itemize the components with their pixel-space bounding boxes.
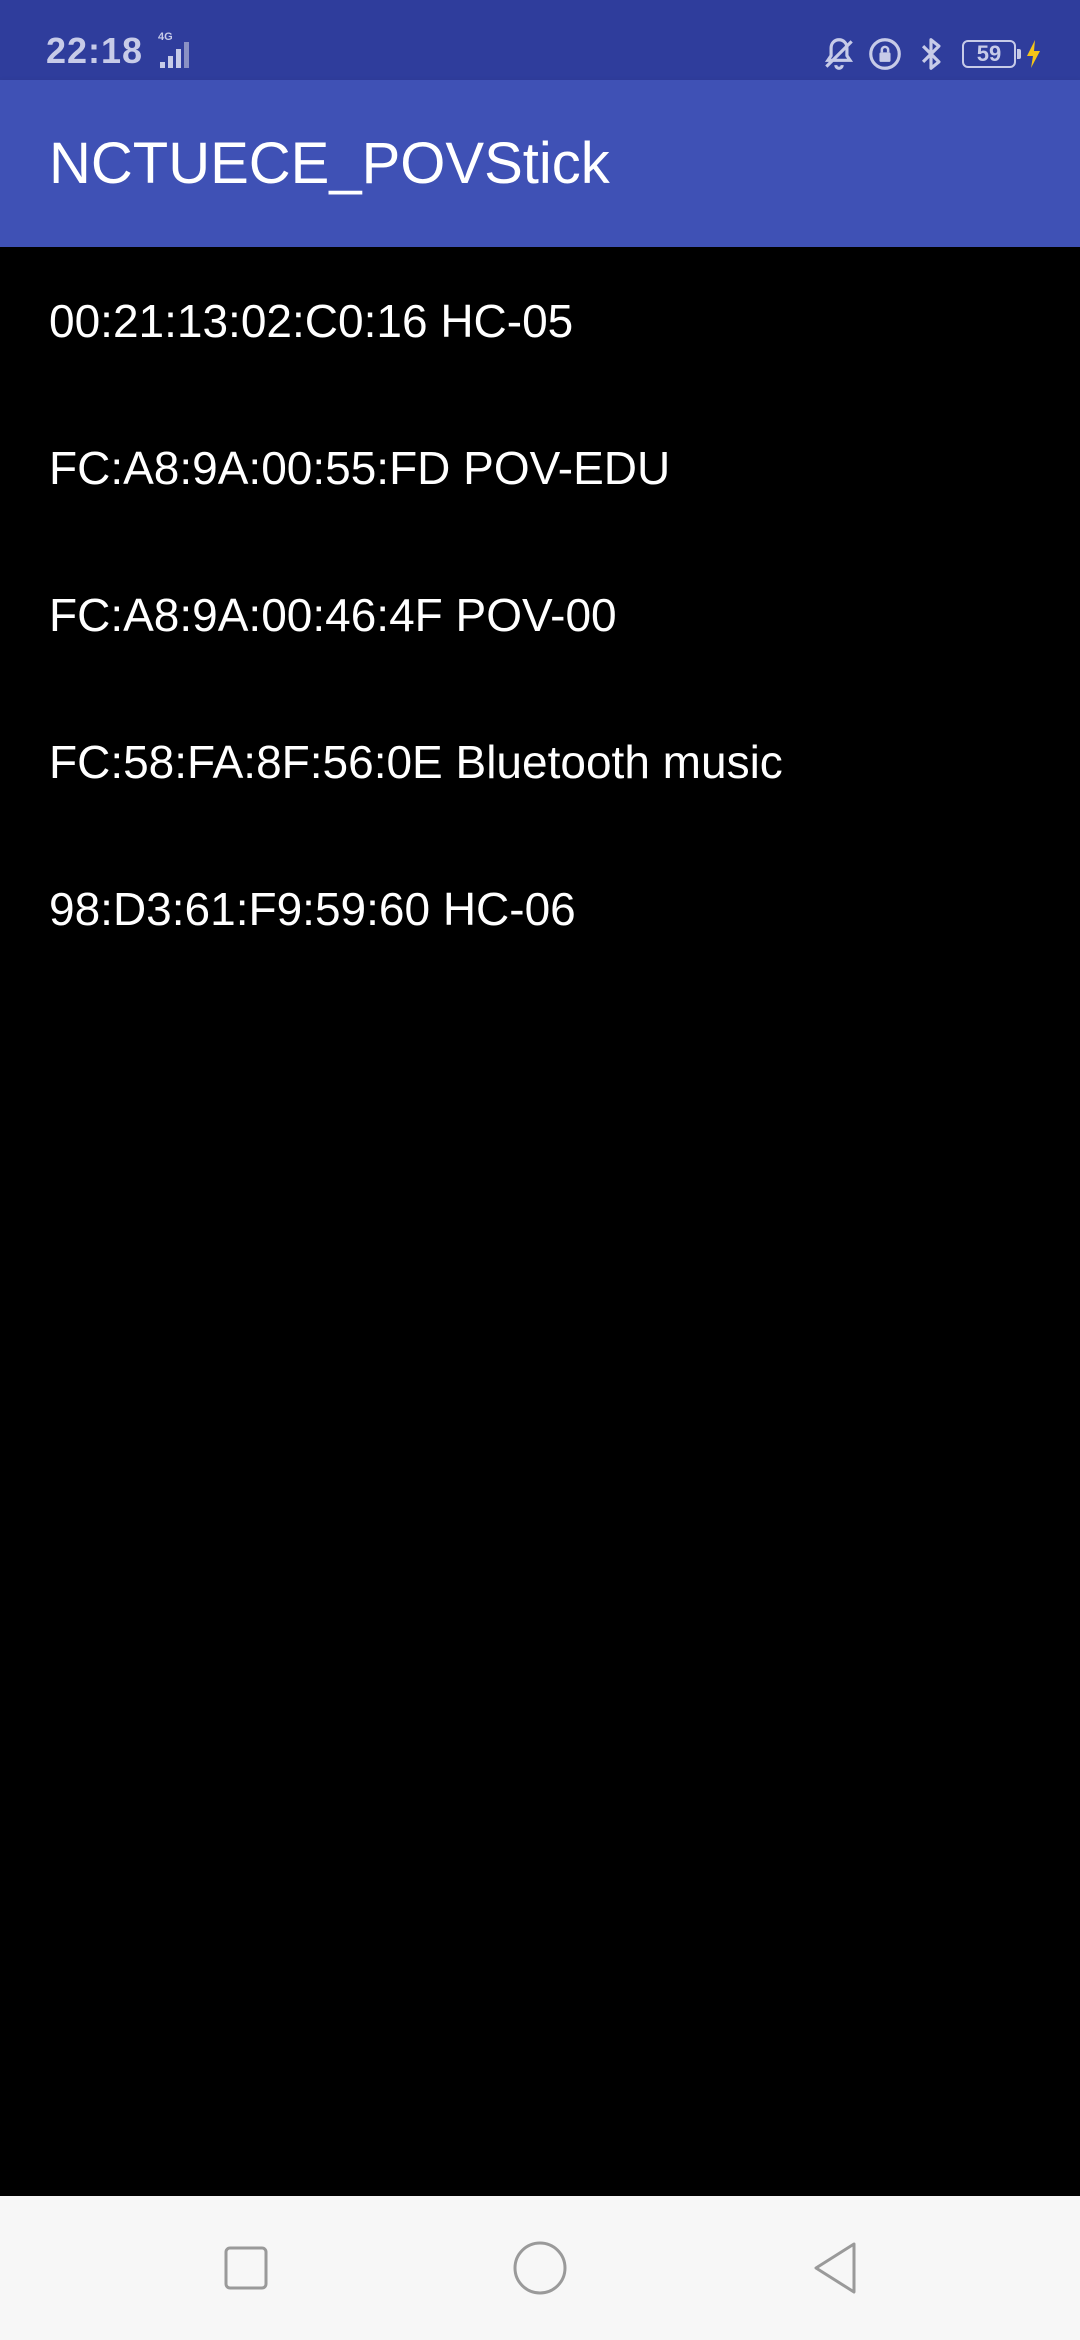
recents-square-icon xyxy=(224,2246,268,2290)
screen: 22:18 4G 59 NCTUECE_POVStick 00:21:13:02… xyxy=(0,0,1080,2340)
battery-icon: 59 xyxy=(962,40,1021,68)
home-circle-icon xyxy=(513,2241,567,2295)
home-button[interactable] xyxy=(498,2226,582,2310)
app-title: NCTUECE_POVStick xyxy=(49,131,610,196)
network-type-label: 4G xyxy=(158,31,173,43)
device-item[interactable]: FC:A8:9A:00:46:4F POV-00 xyxy=(0,541,1080,688)
status-icons: 59 xyxy=(812,32,1042,76)
device-item[interactable]: 00:21:13:02:C0:16 HC-05 xyxy=(0,247,1080,394)
battery-level: 59 xyxy=(976,41,1002,66)
status-bar: 22:18 4G 59 xyxy=(0,0,1080,80)
app-bar: NCTUECE_POVStick xyxy=(0,80,1080,247)
bluetooth-icon xyxy=(921,38,941,70)
back-triangle-icon xyxy=(814,2242,856,2294)
navigation-bar xyxy=(0,2196,1080,2340)
device-item[interactable]: FC:58:FA:8F:56:0E Bluetooth music xyxy=(0,688,1080,835)
device-item[interactable]: FC:A8:9A:00:55:FD POV-EDU xyxy=(0,394,1080,541)
bell-off-icon xyxy=(824,38,854,70)
recents-button[interactable] xyxy=(204,2226,288,2310)
device-list: 00:21:13:02:C0:16 HC-05 FC:A8:9A:00:55:F… xyxy=(0,247,1080,982)
rotation-lock-icon xyxy=(869,38,901,70)
back-button[interactable] xyxy=(792,2226,876,2310)
device-item[interactable]: 98:D3:61:F9:59:60 HC-06 xyxy=(0,835,1080,982)
charging-icon xyxy=(1027,40,1040,68)
status-time: 22:18 xyxy=(46,30,144,71)
signal-strength-icon: 4G xyxy=(158,31,189,68)
